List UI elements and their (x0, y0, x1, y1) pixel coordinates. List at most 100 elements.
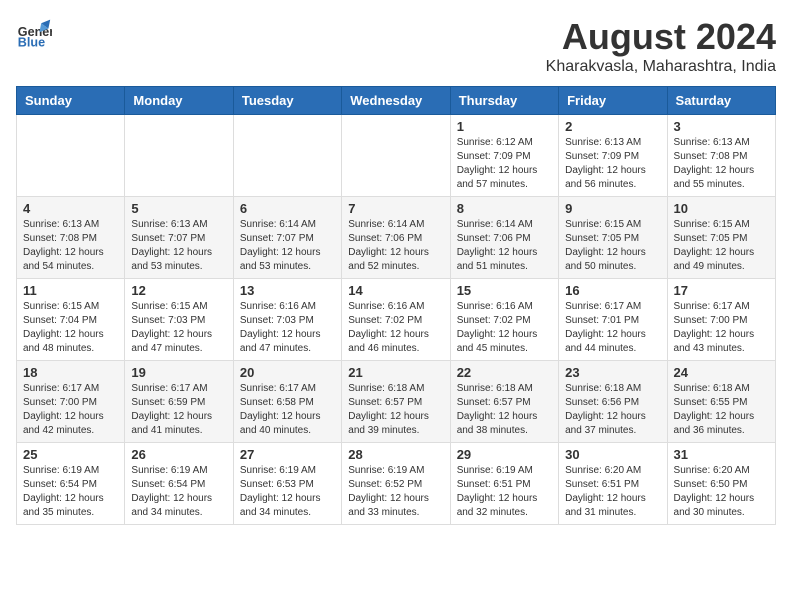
calendar-day-header: Wednesday (342, 87, 450, 115)
day-number: 30 (565, 447, 660, 462)
day-number: 4 (23, 201, 118, 216)
day-info: Sunrise: 6:18 AM Sunset: 6:56 PM Dayligh… (565, 382, 660, 438)
title-area: August 2024 Kharakvasla, Maharashtra, In… (546, 16, 776, 76)
calendar-cell: 29 Sunrise: 6:19 AM Sunset: 6:51 PM Dayli… (450, 443, 558, 525)
calendar-cell: 30 Sunrise: 6:20 AM Sunset: 6:51 PM Dayli… (559, 443, 667, 525)
day-info: Sunrise: 6:15 AM Sunset: 7:03 PM Dayligh… (131, 300, 226, 356)
day-info: Sunrise: 6:15 AM Sunset: 7:05 PM Dayligh… (565, 218, 660, 274)
calendar-cell: 11Sunrise: 6:15 AM Sunset: 7:04 PM Dayli… (17, 279, 125, 361)
calendar-cell: 15Sunrise: 6:16 AM Sunset: 7:02 PM Dayli… (450, 279, 558, 361)
day-info: Sunrise: 6:14 AM Sunset: 7:06 PM Dayligh… (457, 218, 552, 274)
calendar-cell (233, 115, 341, 197)
svg-text:Blue: Blue (18, 36, 45, 50)
day-info: Sunrise: 6:16 AM Sunset: 7:03 PM Dayligh… (240, 300, 335, 356)
day-number: 21 (348, 365, 443, 380)
day-info: Sunrise: 6:13 AM Sunset: 7:07 PM Dayligh… (131, 218, 226, 274)
calendar-week-row: 11Sunrise: 6:15 AM Sunset: 7:04 PM Dayli… (17, 279, 776, 361)
calendar-cell: 26 Sunrise: 6:19 AM Sunset: 6:54 PM Dayli… (125, 443, 233, 525)
calendar-cell: 16Sunrise: 6:17 AM Sunset: 7:01 PM Dayli… (559, 279, 667, 361)
day-info: Sunrise: 6:20 AM Sunset: 6:51 PM Dayligh… (565, 464, 660, 520)
day-info: Sunrise: 6:17 AM Sunset: 7:01 PM Dayligh… (565, 300, 660, 356)
calendar-cell: 1 Sunrise: 6:12 AM Sunset: 7:09 PM Daylig… (450, 115, 558, 197)
day-number: 19 (131, 365, 226, 380)
calendar-cell: 9 Sunrise: 6:15 AM Sunset: 7:05 PM Daylig… (559, 197, 667, 279)
day-number: 27 (240, 447, 335, 462)
day-info: Sunrise: 6:17 AM Sunset: 7:00 PM Dayligh… (674, 300, 769, 356)
calendar-cell: 13 Sunrise: 6:16 AM Sunset: 7:03 PM Dayli… (233, 279, 341, 361)
page-title: August 2024 (546, 16, 776, 58)
calendar-cell: 22 Sunrise: 6:18 AM Sunset: 6:57 PM Dayli… (450, 361, 558, 443)
day-number: 11 (23, 283, 118, 298)
day-number: 10 (674, 201, 769, 216)
calendar-cell: 6 Sunrise: 6:14 AM Sunset: 7:07 PM Daylig… (233, 197, 341, 279)
day-info: Sunrise: 6:18 AM Sunset: 6:57 PM Dayligh… (457, 382, 552, 438)
day-number: 25 (23, 447, 118, 462)
day-info: Sunrise: 6:19 AM Sunset: 6:54 PM Dayligh… (131, 464, 226, 520)
calendar-week-row: 18Sunrise: 6:17 AM Sunset: 7:00 PM Dayli… (17, 361, 776, 443)
calendar-cell: 8 Sunrise: 6:14 AM Sunset: 7:06 PM Daylig… (450, 197, 558, 279)
calendar-cell: 21 Sunrise: 6:18 AM Sunset: 6:57 PM Dayli… (342, 361, 450, 443)
calendar-cell (17, 115, 125, 197)
calendar-cell: 23Sunrise: 6:18 AM Sunset: 6:56 PM Dayli… (559, 361, 667, 443)
day-number: 6 (240, 201, 335, 216)
day-number: 24 (674, 365, 769, 380)
day-number: 17 (674, 283, 769, 298)
day-number: 14 (348, 283, 443, 298)
calendar-cell: 4Sunrise: 6:13 AM Sunset: 7:08 PM Daylig… (17, 197, 125, 279)
day-number: 9 (565, 201, 660, 216)
day-number: 7 (348, 201, 443, 216)
day-info: Sunrise: 6:18 AM Sunset: 6:57 PM Dayligh… (348, 382, 443, 438)
day-number: 12 (131, 283, 226, 298)
calendar-cell: 28 Sunrise: 6:19 AM Sunset: 6:52 PM Dayli… (342, 443, 450, 525)
calendar-cell: 14Sunrise: 6:16 AM Sunset: 7:02 PM Dayli… (342, 279, 450, 361)
calendar-day-header: Saturday (667, 87, 775, 115)
logo: General Blue (16, 16, 52, 52)
day-info: Sunrise: 6:12 AM Sunset: 7:09 PM Dayligh… (457, 136, 552, 192)
calendar-cell: 31Sunrise: 6:20 AM Sunset: 6:50 PM Dayli… (667, 443, 775, 525)
day-number: 22 (457, 365, 552, 380)
calendar-cell: 25 Sunrise: 6:19 AM Sunset: 6:54 PM Dayli… (17, 443, 125, 525)
calendar-cell: 2 Sunrise: 6:13 AM Sunset: 7:09 PM Daylig… (559, 115, 667, 197)
calendar-week-row: 25 Sunrise: 6:19 AM Sunset: 6:54 PM Dayli… (17, 443, 776, 525)
calendar-cell: 3Sunrise: 6:13 AM Sunset: 7:08 PM Daylig… (667, 115, 775, 197)
day-info: Sunrise: 6:19 AM Sunset: 6:51 PM Dayligh… (457, 464, 552, 520)
day-info: Sunrise: 6:14 AM Sunset: 7:06 PM Dayligh… (348, 218, 443, 274)
calendar-cell: 18Sunrise: 6:17 AM Sunset: 7:00 PM Dayli… (17, 361, 125, 443)
calendar-table: SundayMondayTuesdayWednesdayThursdayFrid… (16, 86, 776, 525)
calendar-cell: 19 Sunrise: 6:17 AM Sunset: 6:59 PM Dayli… (125, 361, 233, 443)
day-number: 28 (348, 447, 443, 462)
day-info: Sunrise: 6:19 AM Sunset: 6:53 PM Dayligh… (240, 464, 335, 520)
day-number: 15 (457, 283, 552, 298)
page-subtitle: Kharakvasla, Maharashtra, India (546, 58, 776, 76)
calendar-week-row: 1 Sunrise: 6:12 AM Sunset: 7:09 PM Daylig… (17, 115, 776, 197)
day-info: Sunrise: 6:19 AM Sunset: 6:54 PM Dayligh… (23, 464, 118, 520)
calendar-cell: 20Sunrise: 6:17 AM Sunset: 6:58 PM Dayli… (233, 361, 341, 443)
day-number: 3 (674, 119, 769, 134)
day-number: 31 (674, 447, 769, 462)
day-info: Sunrise: 6:15 AM Sunset: 7:05 PM Dayligh… (674, 218, 769, 274)
day-info: Sunrise: 6:14 AM Sunset: 7:07 PM Dayligh… (240, 218, 335, 274)
calendar-week-row: 4Sunrise: 6:13 AM Sunset: 7:08 PM Daylig… (17, 197, 776, 279)
day-number: 2 (565, 119, 660, 134)
calendar-cell: 12 Sunrise: 6:15 AM Sunset: 7:03 PM Dayli… (125, 279, 233, 361)
day-info: Sunrise: 6:17 AM Sunset: 6:59 PM Dayligh… (131, 382, 226, 438)
day-number: 13 (240, 283, 335, 298)
calendar-cell: 24 Sunrise: 6:18 AM Sunset: 6:55 PM Dayli… (667, 361, 775, 443)
day-info: Sunrise: 6:18 AM Sunset: 6:55 PM Dayligh… (674, 382, 769, 438)
day-number: 8 (457, 201, 552, 216)
day-number: 26 (131, 447, 226, 462)
day-number: 29 (457, 447, 552, 462)
calendar-header-row: SundayMondayTuesdayWednesdayThursdayFrid… (17, 87, 776, 115)
calendar-day-header: Friday (559, 87, 667, 115)
calendar-cell: 10 Sunrise: 6:15 AM Sunset: 7:05 PM Dayli… (667, 197, 775, 279)
day-info: Sunrise: 6:13 AM Sunset: 7:09 PM Dayligh… (565, 136, 660, 192)
day-number: 18 (23, 365, 118, 380)
day-number: 1 (457, 119, 552, 134)
day-info: Sunrise: 6:17 AM Sunset: 6:58 PM Dayligh… (240, 382, 335, 438)
page-header: General Blue August 2024 Kharakvasla, Ma… (16, 16, 776, 76)
day-number: 5 (131, 201, 226, 216)
calendar-day-header: Tuesday (233, 87, 341, 115)
calendar-cell (125, 115, 233, 197)
calendar-cell: 27 Sunrise: 6:19 AM Sunset: 6:53 PM Dayli… (233, 443, 341, 525)
day-info: Sunrise: 6:19 AM Sunset: 6:52 PM Dayligh… (348, 464, 443, 520)
